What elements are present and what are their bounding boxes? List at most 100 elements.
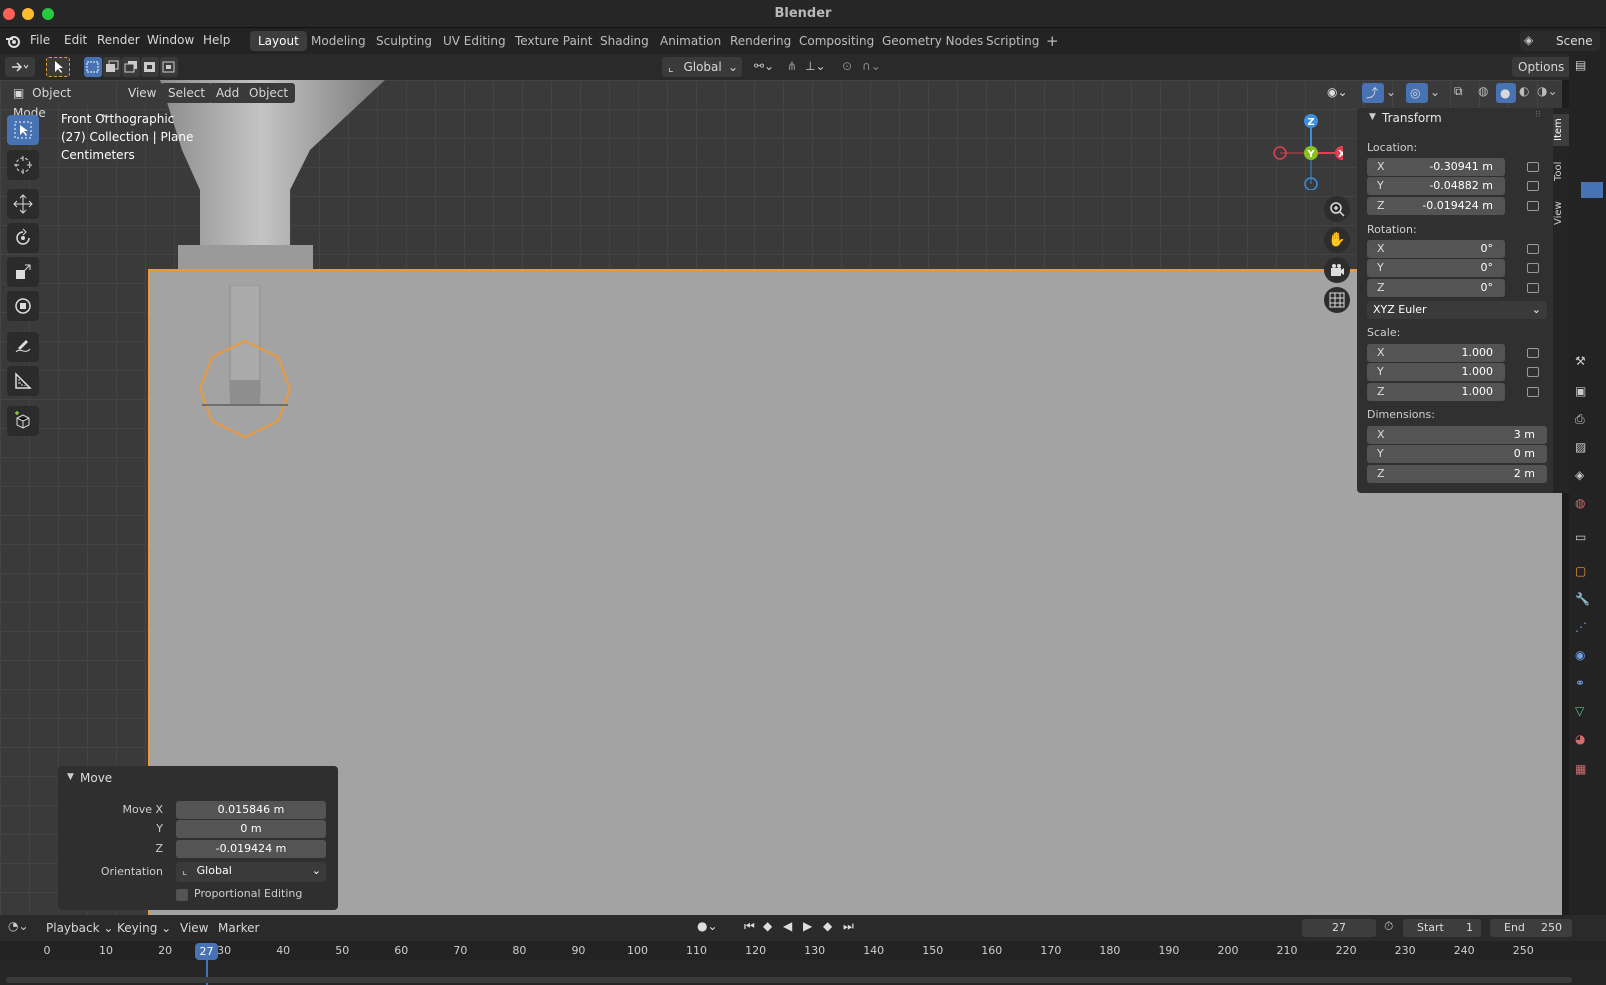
lock-icon[interactable] <box>1527 201 1539 211</box>
menu-window[interactable]: Window <box>147 33 194 47</box>
location-x-field[interactable]: X -0.30941 m <box>1367 158 1505 176</box>
pivot-point-icon[interactable]: ⚯⌄ <box>754 59 774 73</box>
rotation-y-field[interactable]: Y 0° <box>1367 259 1505 277</box>
menu-file[interactable]: File <box>30 33 50 47</box>
tool-cursor[interactable] <box>7 150 39 180</box>
menu-add[interactable]: Add <box>209 83 247 103</box>
end-frame-field[interactable]: End 250 <box>1490 919 1572 937</box>
gizmo-dropdown-icon[interactable]: ⌄ <box>1386 85 1396 99</box>
select-intersect-button[interactable] <box>160 57 178 77</box>
tool-select-box[interactable] <box>7 115 39 145</box>
world-properties-icon[interactable]: ◍ <box>1575 496 1585 510</box>
output-properties-icon[interactable]: ⎙ <box>1575 412 1585 427</box>
ortho-toggle-button[interactable] <box>1324 287 1350 313</box>
tab-tool[interactable]: Tool <box>1553 156 1569 186</box>
scene-selector[interactable]: ◈ Scene <box>1520 31 1600 51</box>
select-extend-button[interactable] <box>103 57 121 77</box>
menu-object[interactable]: Object <box>242 83 296 103</box>
timeline-area[interactable]: 0 10 20 30 40 50 60 70 80 90 100 110 120 130 140 150 160… <box>0 941 1606 985</box>
tab-scripting[interactable]: Scripting <box>978 31 1047 51</box>
material-properties-icon[interactable]: ◕ <box>1575 732 1585 746</box>
location-z-field[interactable]: Z -0.019424 m <box>1367 197 1505 215</box>
lock-icon[interactable] <box>1527 387 1539 397</box>
jump-start-icon[interactable]: ⏮ <box>744 919 755 934</box>
tab-modeling[interactable]: Modeling <box>303 31 374 51</box>
tab-item[interactable]: Item <box>1553 114 1569 146</box>
playhead-marker[interactable]: 27 <box>195 943 218 960</box>
object-properties-icon[interactable]: ▢ <box>1575 564 1586 578</box>
tab-layout[interactable]: Layout <box>250 31 307 51</box>
texture-properties-icon[interactable]: ▦ <box>1575 762 1586 776</box>
tool-measure[interactable] <box>7 366 39 396</box>
scene-properties-icon[interactable]: ◈ <box>1575 468 1584 482</box>
lock-icon[interactable] <box>1527 348 1539 358</box>
keying-menu[interactable]: Keying ⌄ <box>111 918 177 938</box>
rotation-z-field[interactable]: Z 0° <box>1367 279 1505 297</box>
current-frame-field[interactable]: 27 <box>1302 919 1376 937</box>
timeline-view-menu[interactable]: View <box>174 918 214 938</box>
physics-properties-icon[interactable]: ◉ <box>1575 648 1585 662</box>
drag-handle-icon[interactable]: ⁝⁝ <box>1535 110 1541 120</box>
tab-shading[interactable]: Shading <box>592 31 657 51</box>
lock-icon[interactable] <box>1527 283 1539 293</box>
3d-viewport[interactable]: ▣ Object Mode ⌄ View Select Add Object ◉… <box>0 80 1562 915</box>
menu-edit[interactable]: Edit <box>64 33 87 47</box>
dimensions-x-field[interactable]: X 3 m <box>1367 426 1547 444</box>
select-tool-mode-button[interactable] <box>46 57 70 77</box>
render-properties-icon[interactable]: ▣ <box>1575 384 1586 398</box>
lock-icon[interactable] <box>1527 244 1539 254</box>
tab-uv-editing[interactable]: UV Editing <box>435 31 514 51</box>
play-reverse-icon[interactable]: ◀ <box>783 919 792 933</box>
material-shading-icon[interactable]: ◐ <box>1519 84 1529 98</box>
move-y-field[interactable]: 0 m <box>176 820 326 838</box>
tab-sculpting[interactable]: Sculpting <box>368 31 440 51</box>
dimensions-z-field[interactable]: Z 2 m <box>1367 465 1547 483</box>
rendered-shading-icon[interactable]: ◑⌄ <box>1537 84 1558 98</box>
collapse-triangle-icon[interactable]: ▼ <box>1369 112 1376 122</box>
lock-icon[interactable] <box>1527 162 1539 172</box>
proportional-edit-icon[interactable]: ⊙ <box>842 59 852 73</box>
select-invert-button[interactable] <box>141 57 159 77</box>
navigation-gizmo[interactable]: Z X Y <box>1263 110 1343 190</box>
lock-icon[interactable] <box>1527 181 1539 191</box>
selected-plane-object[interactable] <box>148 269 1562 915</box>
menu-render[interactable]: Render <box>97 33 140 47</box>
marker-menu[interactable]: Marker <box>212 918 265 938</box>
editor-type-selector[interactable] <box>5 57 35 77</box>
playback-menu[interactable]: Playback ⌄ <box>40 918 119 938</box>
move-x-field[interactable]: 0.015846 m <box>176 801 326 819</box>
move-z-field[interactable]: -0.019424 m <box>176 840 326 858</box>
tab-view[interactable]: View <box>1553 198 1569 228</box>
pan-view-button[interactable]: ✋ <box>1324 227 1350 253</box>
select-new-button[interactable] <box>84 57 102 77</box>
snap-target-icon[interactable]: ⊥⌄ <box>805 59 826 73</box>
view-layer-icon[interactable]: ▨ <box>1575 440 1586 454</box>
modifier-properties-icon[interactable]: 🔧 <box>1575 592 1590 606</box>
lock-icon[interactable] <box>1527 263 1539 273</box>
select-subtract-button[interactable] <box>122 57 140 77</box>
prev-keyframe-icon[interactable]: ◆ <box>763 919 772 933</box>
scale-y-field[interactable]: Y 1.000 <box>1367 363 1505 381</box>
object-mode-dropdown[interactable]: ▣ Object Mode ⌄ <box>6 83 114 120</box>
frame-ruler[interactable]: 0 10 20 30 40 50 60 70 80 90 100 110 120 130 140 150 160… <box>0 941 1606 961</box>
constraints-properties-icon[interactable]: ⚭ <box>1575 676 1585 690</box>
tool-add-cube[interactable] <box>7 406 39 436</box>
tool-settings-icon[interactable]: ⚒ <box>1575 354 1586 368</box>
tab-texture-paint[interactable]: Texture Paint <box>507 31 600 51</box>
tab-geometry-nodes[interactable]: Geometry Nodes <box>874 31 991 51</box>
menu-select[interactable]: Select <box>161 83 213 103</box>
next-keyframe-icon[interactable]: ◆ <box>823 919 832 933</box>
add-workspace-icon[interactable]: + <box>1046 32 1059 50</box>
tab-compositing[interactable]: Compositing <box>791 31 882 51</box>
tab-rendering[interactable]: Rendering <box>722 31 799 51</box>
zoom-view-button[interactable] <box>1324 196 1350 222</box>
rotation-x-field[interactable]: X 0° <box>1367 240 1505 258</box>
lock-icon[interactable] <box>1527 367 1539 377</box>
xray-toggle-icon[interactable]: ⧉ <box>1454 84 1463 99</box>
start-frame-field[interactable]: Start 1 <box>1403 919 1481 937</box>
tool-rotate[interactable] <box>7 223 39 253</box>
gizmo-toggle-icon[interactable]: ⤴ <box>1362 83 1384 103</box>
camera-view-button[interactable] <box>1324 257 1350 283</box>
visibility-eye-icon[interactable]: ◉⌄ <box>1327 85 1348 99</box>
play-icon[interactable]: ▶ <box>803 919 812 933</box>
